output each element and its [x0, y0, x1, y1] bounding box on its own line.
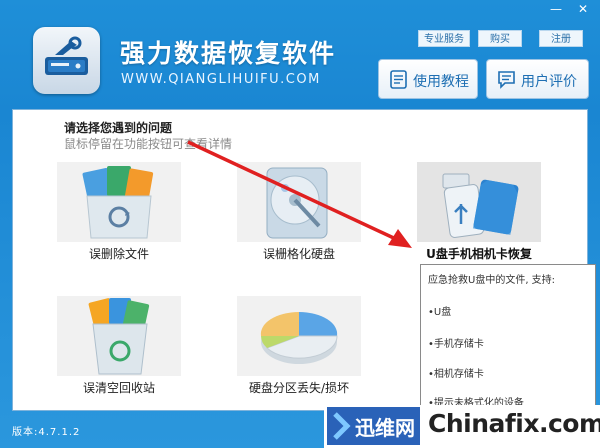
tile-usb-card-recovery[interactable]: U盘手机相机卡恢复	[417, 162, 541, 269]
tooltip-item: •相机存储卡	[428, 369, 484, 380]
watermark: 迅维网 Chinafix.com	[324, 405, 600, 448]
recycle-files-icon	[82, 166, 154, 239]
tile-label: 误清空回收站	[82, 381, 155, 395]
usb-sd-card-icon	[442, 173, 519, 238]
app-title: 强力数据恢复软件	[120, 39, 337, 68]
minimize-button[interactable]: —	[547, 2, 565, 16]
close-button[interactable]: ✕	[574, 2, 592, 16]
tile-label: U盘手机相机卡恢复	[426, 247, 532, 261]
tooltip: 应急抢救U盘中的文件, 支持: •U盘 •手机存储卡 •相机存储卡 •提示未格式…	[420, 264, 596, 416]
prompt-hint: 鼠标停留在功能按钮可查看详情	[64, 137, 233, 151]
prompt-title: 请选择您遇到的问题	[64, 121, 173, 135]
tile-label: 硬盘分区丢失/损坏	[248, 381, 350, 395]
tooltip-title: 应急抢救U盘中的文件, 支持:	[428, 275, 556, 286]
pie-partition-icon	[260, 311, 338, 364]
tile-partition-lost[interactable]: 硬盘分区丢失/损坏	[237, 296, 361, 403]
watermark-left-text: 迅维网	[355, 416, 415, 440]
hard-disk-icon	[266, 167, 328, 239]
tile-deleted-files[interactable]: 误删除文件	[57, 162, 181, 269]
register-link[interactable]: 注册	[539, 30, 583, 47]
tooltip-item: •U盘	[428, 307, 452, 318]
watermark-logo: 迅维网	[327, 407, 420, 445]
tutorial-label: 使用教程	[413, 74, 469, 90]
chevron-right-icon	[333, 412, 351, 440]
comment-icon	[498, 71, 515, 89]
tile-label: 误删除文件	[88, 247, 149, 261]
user-review-button[interactable]: 用户评价	[486, 59, 589, 99]
hard-drive-wrench-icon	[45, 36, 88, 75]
app-url: WWW.QIANGLIHUIFU.COM	[121, 72, 321, 87]
recycle-bin-icon	[88, 298, 150, 375]
tutorial-button[interactable]: 使用教程	[378, 59, 478, 99]
user-review-label: 用户评价	[521, 74, 577, 90]
tile-label: 误栅格化硬盘	[262, 247, 335, 261]
app-logo	[33, 27, 100, 94]
tile-emptied-recycle-bin[interactable]: 误清空回收站	[57, 296, 181, 403]
watermark-right-text: Chinafix.com	[428, 409, 600, 438]
buy-link[interactable]: 购买	[478, 30, 522, 47]
version-label: 版本:4.7.1.2	[12, 427, 81, 438]
tile-formatted-disk[interactable]: 误栅格化硬盘	[237, 162, 361, 269]
tooltip-item: •手机存储卡	[428, 339, 484, 350]
professional-service-link[interactable]: 专业服务	[418, 30, 470, 47]
document-icon	[390, 70, 407, 89]
app-window: 强力数据恢复软件 WWW.QIANGLIHUIFU.COM — ✕ 专业服务 购…	[0, 0, 600, 448]
